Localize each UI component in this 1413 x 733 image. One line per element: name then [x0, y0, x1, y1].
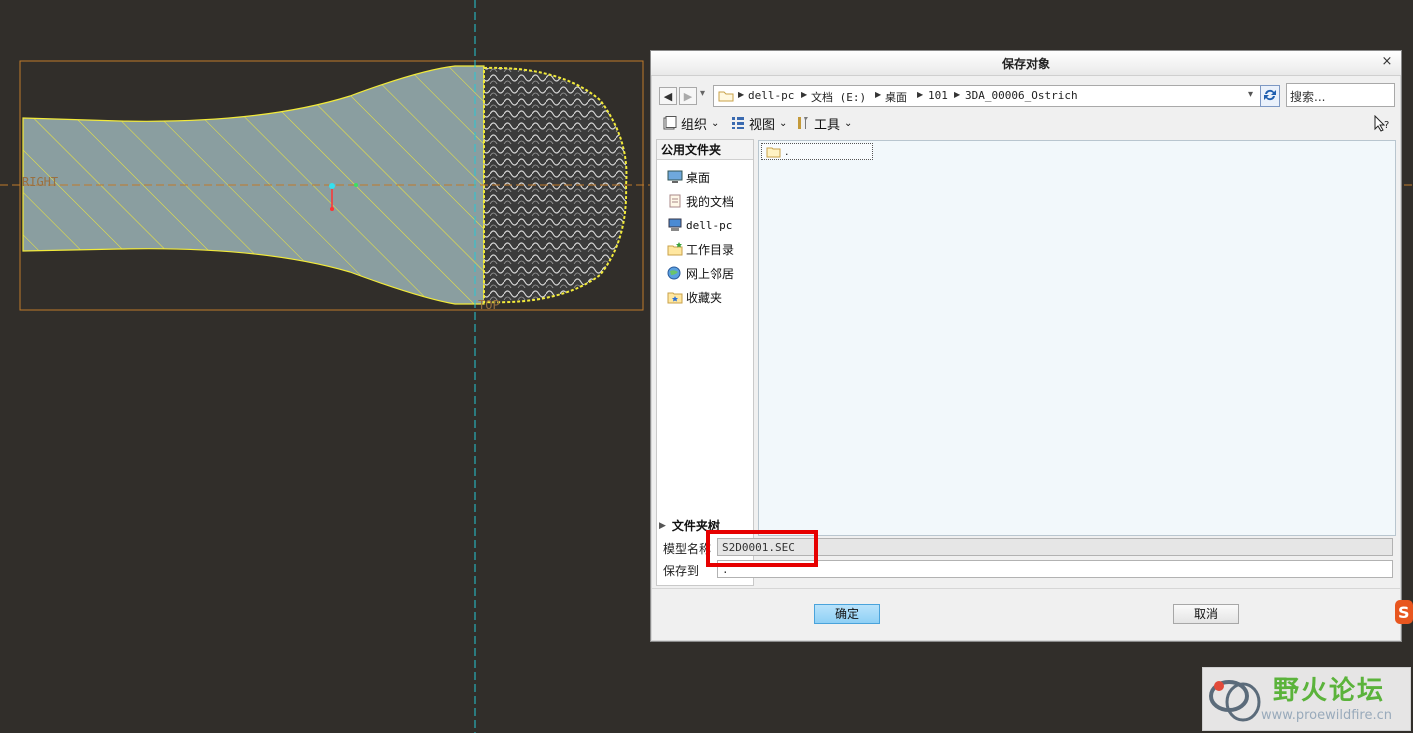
history-dropdown-icon[interactable]: ▾	[700, 88, 705, 99]
dialog-title: 保存对象	[1001, 57, 1050, 71]
file-list[interactable]: .	[758, 140, 1396, 536]
working-directory-icon	[667, 242, 683, 256]
common-folders-header: 公用文件夹	[657, 140, 753, 160]
refresh-icon	[1264, 89, 1276, 101]
datum-label-top: TOP	[478, 298, 500, 312]
svg-text:?: ?	[1384, 120, 1389, 131]
save-to-field[interactable]: .	[717, 560, 1393, 578]
breadcrumb-item[interactable]: 桌面	[885, 89, 907, 105]
tools-menu[interactable]: 工具 ⌄	[796, 113, 852, 133]
chevron-down-icon: ⌄	[711, 117, 720, 129]
model-name-label: 模型名称	[663, 542, 712, 556]
forum-logo-icon	[1209, 680, 1261, 722]
breadcrumb-separator-icon: ▶	[875, 90, 882, 99]
favorites-icon	[667, 292, 683, 304]
forum-watermark: 野火论坛 www.proewildfire.cn	[1202, 667, 1411, 731]
close-button[interactable]: ×	[1379, 54, 1395, 70]
forum-title: 野火论坛	[1273, 676, 1386, 706]
list-item-label: .	[785, 145, 789, 158]
view-menu[interactable]: 视图 ⌄	[731, 113, 787, 133]
organize-label: 组织	[681, 117, 708, 133]
forward-button[interactable]: ▶	[679, 87, 697, 105]
help-cursor-icon[interactable]: ?	[1373, 115, 1391, 133]
organize-icon	[663, 116, 677, 130]
sidebar-item-label: 网上邻居	[686, 266, 735, 281]
breadcrumb-separator-icon: ▶	[738, 90, 745, 99]
my-documents-icon	[669, 194, 681, 208]
ime-icon[interactable]: S	[1393, 598, 1413, 626]
datum-label-right: RIGHT	[22, 175, 58, 189]
address-bar[interactable]: ▶ dell-pc ▶ 文档 (E:) ▶ 桌面 ▶ 101 ▶ 3DA_000…	[713, 85, 1261, 107]
svg-text:S: S	[1398, 603, 1410, 622]
expand-triangle-icon: ▶	[659, 520, 666, 531]
list-item[interactable]: .	[761, 143, 873, 160]
network-icon	[667, 266, 681, 280]
chevron-down-icon: ⌄	[844, 117, 853, 129]
breadcrumb-separator-icon: ▶	[954, 90, 961, 99]
folder-icon	[718, 91, 734, 102]
search-input[interactable]: 搜索...	[1286, 83, 1395, 107]
sidebar-item-label: dell-pc	[686, 218, 733, 232]
computer-icon	[668, 218, 682, 231]
divider	[651, 588, 1401, 589]
sidebar-item-desktop[interactable]: 桌面	[667, 167, 710, 187]
chevron-down-icon: ⌄	[779, 117, 788, 129]
breadcrumb-item[interactable]: 文档 (E:)	[811, 89, 866, 105]
ok-button[interactable]: 确定	[814, 604, 880, 624]
breadcrumb-item[interactable]: 101	[928, 89, 948, 102]
sidebar-item-label: 工作目录	[686, 242, 735, 257]
forward-arrow-icon: ▶	[683, 90, 693, 103]
tools-label: 工具	[814, 117, 841, 133]
breadcrumb-separator-icon: ▶	[801, 90, 808, 99]
save-object-dialog: 保存对象 × ◀ ▶ ▾ ▶ dell-pc ▶ 文档 (E:) ▶ 桌面 ▶ …	[650, 50, 1402, 642]
refresh-button[interactable]	[1260, 85, 1280, 107]
csys-origin	[329, 183, 335, 189]
sidebar-item-label: 我的文档	[686, 194, 735, 209]
sidebar-item-label: 收藏夹	[686, 290, 723, 305]
desktop-icon	[667, 170, 683, 183]
address-dropdown-icon[interactable]: ▾	[1248, 89, 1253, 100]
cancel-button[interactable]: 取消	[1173, 604, 1239, 624]
view-icon	[732, 117, 744, 129]
sidebar-item-label: 桌面	[686, 170, 711, 185]
csys-x-marker	[354, 183, 358, 187]
back-button[interactable]: ◀	[659, 87, 677, 105]
sidebar-item-working-directory[interactable]: 工作目录	[667, 239, 734, 259]
save-to-label: 保存到	[663, 564, 700, 578]
breadcrumb-separator-icon: ▶	[917, 90, 924, 99]
breadcrumb-item[interactable]: 3DA_00006_Ostrich	[965, 89, 1078, 102]
organize-menu[interactable]: 组织 ⌄	[663, 113, 719, 133]
folder-icon	[766, 147, 781, 157]
back-arrow-icon: ◀	[663, 90, 673, 103]
forum-url: www.proewildfire.cn	[1261, 708, 1392, 723]
sidebar-item-network[interactable]: 网上邻居	[667, 263, 734, 283]
tools-icon	[798, 117, 808, 129]
sidebar-item-favorites[interactable]: 收藏夹	[667, 287, 722, 307]
view-label: 视图	[749, 117, 776, 133]
csys-y-marker	[330, 207, 334, 211]
model-name-field[interactable]: S2D0001.SEC	[717, 538, 1393, 556]
annotation-highlight-box	[706, 530, 818, 567]
sidebar-item-computer[interactable]: dell-pc	[667, 215, 732, 235]
sidebar-item-my-documents[interactable]: 我的文档	[667, 191, 734, 211]
breadcrumb-item[interactable]: dell-pc	[748, 89, 794, 102]
dialog-titlebar[interactable]: 保存对象 ×	[651, 51, 1401, 76]
